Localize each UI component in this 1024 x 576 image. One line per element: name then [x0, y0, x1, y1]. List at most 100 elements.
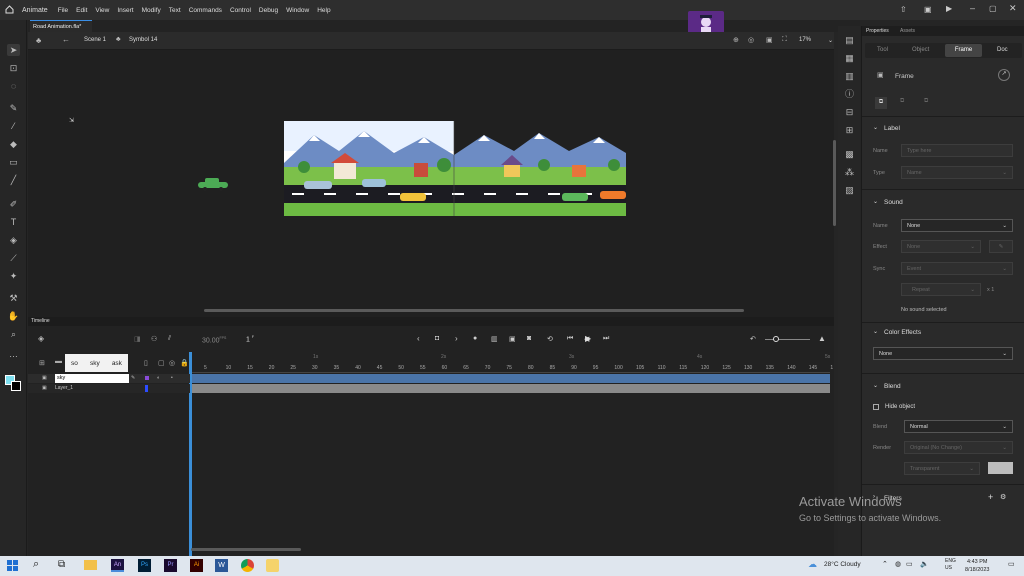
loop-icon[interactable]: ⟲	[547, 335, 553, 343]
rewind-icon[interactable]: ⏮	[567, 335, 573, 343]
prev-arrow-icon[interactable]: ‹	[417, 334, 420, 343]
add-filter-icon[interactable]: +	[988, 492, 993, 502]
menu-commands[interactable]: Commands	[189, 7, 222, 14]
layer-row-layer1[interactable]: ▣ Layer_1	[28, 384, 190, 393]
motion-presets-icon[interactable]: ▨	[843, 184, 856, 196]
zoom-dropdown[interactable]: 17% ⌄	[796, 35, 836, 47]
file-explorer-icon[interactable]	[84, 560, 97, 570]
info-icon[interactable]: ⓘ	[843, 88, 856, 100]
align-icon[interactable]: ⊟	[843, 106, 856, 118]
minimize-button[interactable]: –	[970, 3, 975, 13]
menu-window[interactable]: Window	[286, 7, 309, 14]
pin-icon[interactable]: ✦	[7, 270, 20, 282]
weather-text[interactable]: 28°C Cloudy	[824, 561, 861, 568]
eraser-icon[interactable]: ◆	[7, 138, 20, 150]
slider-thumb[interactable]	[773, 336, 779, 342]
hand-icon[interactable]: ✋	[7, 310, 20, 322]
render-select[interactable]: Original (No Change) ⌄	[904, 441, 1013, 454]
subtab-object[interactable]: Object	[912, 47, 929, 53]
chrome-icon[interactable]	[241, 559, 254, 572]
menu-control[interactable]: Control	[230, 7, 251, 14]
vertical-scrollbar[interactable]	[833, 140, 836, 226]
fit-screen-icon[interactable]: ⛶	[782, 36, 787, 44]
background-color-swatch[interactable]	[988, 462, 1013, 474]
camera-icon[interactable]: ◎	[748, 36, 754, 44]
publish-icon[interactable]: ▣	[924, 5, 932, 14]
outline-icon[interactable]: ▢	[158, 359, 165, 367]
play-button[interactable]: ▶	[585, 334, 591, 343]
layer-color-marker[interactable]	[145, 385, 148, 392]
menu-debug[interactable]: Debug	[259, 7, 278, 14]
layer-lock-icon[interactable]: •	[171, 375, 173, 381]
layer-name-input[interactable]: sky	[55, 374, 129, 383]
eyedropper-icon[interactable]: ⟋	[7, 252, 20, 264]
step-forward-icon[interactable]: ⏭	[603, 335, 609, 343]
visibility-icon[interactable]: ◎	[169, 359, 175, 367]
fps-display[interactable]: 30.00FPS	[202, 336, 226, 344]
tab-properties[interactable]: Properties	[866, 28, 889, 34]
menu-text[interactable]: Text	[169, 7, 181, 14]
frame-scale-slider[interactable]	[765, 339, 810, 340]
layer-visibility-icon[interactable]: ◐	[157, 375, 160, 381]
keyframe-icon-a[interactable]: ⧉	[875, 97, 887, 109]
graph-icon[interactable]: ⫽	[168, 335, 171, 343]
mountain-icon[interactable]: ▲	[818, 334, 826, 343]
highlight-layer-icon[interactable]: ▯	[144, 359, 148, 367]
sound-repeat-select[interactable]: Repeat ⌄	[901, 283, 981, 296]
layer-color-marker[interactable]	[145, 376, 149, 380]
sound-effect-select[interactable]: None ⌄	[901, 240, 981, 253]
windows-start-icon[interactable]	[7, 560, 18, 571]
hide-object-checkbox[interactable]	[873, 404, 879, 410]
back-arrow-icon[interactable]: ←	[62, 35, 70, 44]
subtab-doc[interactable]: Doc	[997, 47, 1008, 53]
clip-content-icon[interactable]: ▣	[766, 36, 773, 44]
app-icon-orange[interactable]	[266, 559, 279, 572]
parent-view-icon[interactable]: ⚇	[151, 335, 157, 343]
panel-icon-1[interactable]: ▤	[843, 34, 856, 46]
subtab-frame[interactable]: Frame	[945, 44, 982, 57]
language-indicator[interactable]: ENG US	[945, 558, 956, 572]
pencil-icon[interactable]: ✐	[7, 198, 20, 210]
undo-icon[interactable]: ↶	[750, 335, 756, 343]
add-layer-icon[interactable]: ⊞	[39, 359, 45, 367]
test-movie-icon[interactable]: ▶	[946, 4, 952, 13]
next-arrow-icon[interactable]: ›	[455, 334, 458, 343]
onion-skin-icon[interactable]: ●	[473, 335, 477, 342]
label-type-select[interactable]: Name ⌄	[901, 166, 1013, 179]
panel-icon-3[interactable]: ▥	[843, 70, 856, 82]
share-icon[interactable]: ⇧	[900, 5, 907, 14]
clock[interactable]: 4:43 PM 8/18/2023	[965, 558, 989, 574]
layers-icon[interactable]: ◈	[38, 334, 44, 343]
tray-icon-1[interactable]: ◍	[895, 560, 901, 568]
close-button[interactable]: ✕	[1009, 3, 1017, 14]
chevron-down-icon[interactable]: ⌄	[873, 198, 878, 205]
lock-icon[interactable]: 🔒	[180, 359, 189, 367]
horizontal-scrollbar[interactable]	[204, 309, 744, 312]
selection-tool-icon[interactable]: ➤	[7, 44, 20, 56]
tray-chevron-icon[interactable]: ⌃	[882, 560, 888, 568]
transparent-select[interactable]: Transparent ⌄	[904, 462, 980, 475]
more-tools-icon[interactable]: …	[7, 348, 20, 360]
chevron-down-icon[interactable]: ⌄	[873, 124, 878, 131]
keyframe-icon-c[interactable]: ⧉	[924, 98, 928, 105]
car-graphic[interactable]	[197, 178, 229, 191]
rectangle-icon[interactable]: ▭	[7, 156, 20, 168]
layer-sky-frames[interactable]	[192, 374, 830, 383]
chevron-down-icon[interactable]: ⌄	[873, 328, 878, 335]
pen-icon[interactable]: ✎	[7, 102, 20, 114]
layer1-frames[interactable]	[192, 384, 830, 393]
road-scene-artwork[interactable]	[284, 121, 626, 216]
menu-edit[interactable]: Edit	[76, 7, 87, 14]
paint-bucket-icon[interactable]: ◈	[7, 234, 20, 246]
menu-modify[interactable]: Modify	[142, 7, 161, 14]
timeline-hscrollbar[interactable]	[191, 548, 301, 551]
brush-icon[interactable]: ⁄	[7, 120, 20, 132]
filter-settings-icon[interactable]: ⚙	[1000, 493, 1006, 501]
subtab-tool[interactable]: Tool	[877, 47, 888, 53]
home-icon[interactable]	[5, 5, 14, 14]
line-icon[interactable]: ╱	[7, 174, 20, 186]
center-stage-icon[interactable]: ⊕	[733, 36, 739, 44]
tab-assets[interactable]: Assets	[900, 28, 915, 34]
camera-layer-icon[interactable]: ◨	[134, 335, 141, 343]
document-tab[interactable]: Road Animation.fla*	[30, 20, 92, 32]
